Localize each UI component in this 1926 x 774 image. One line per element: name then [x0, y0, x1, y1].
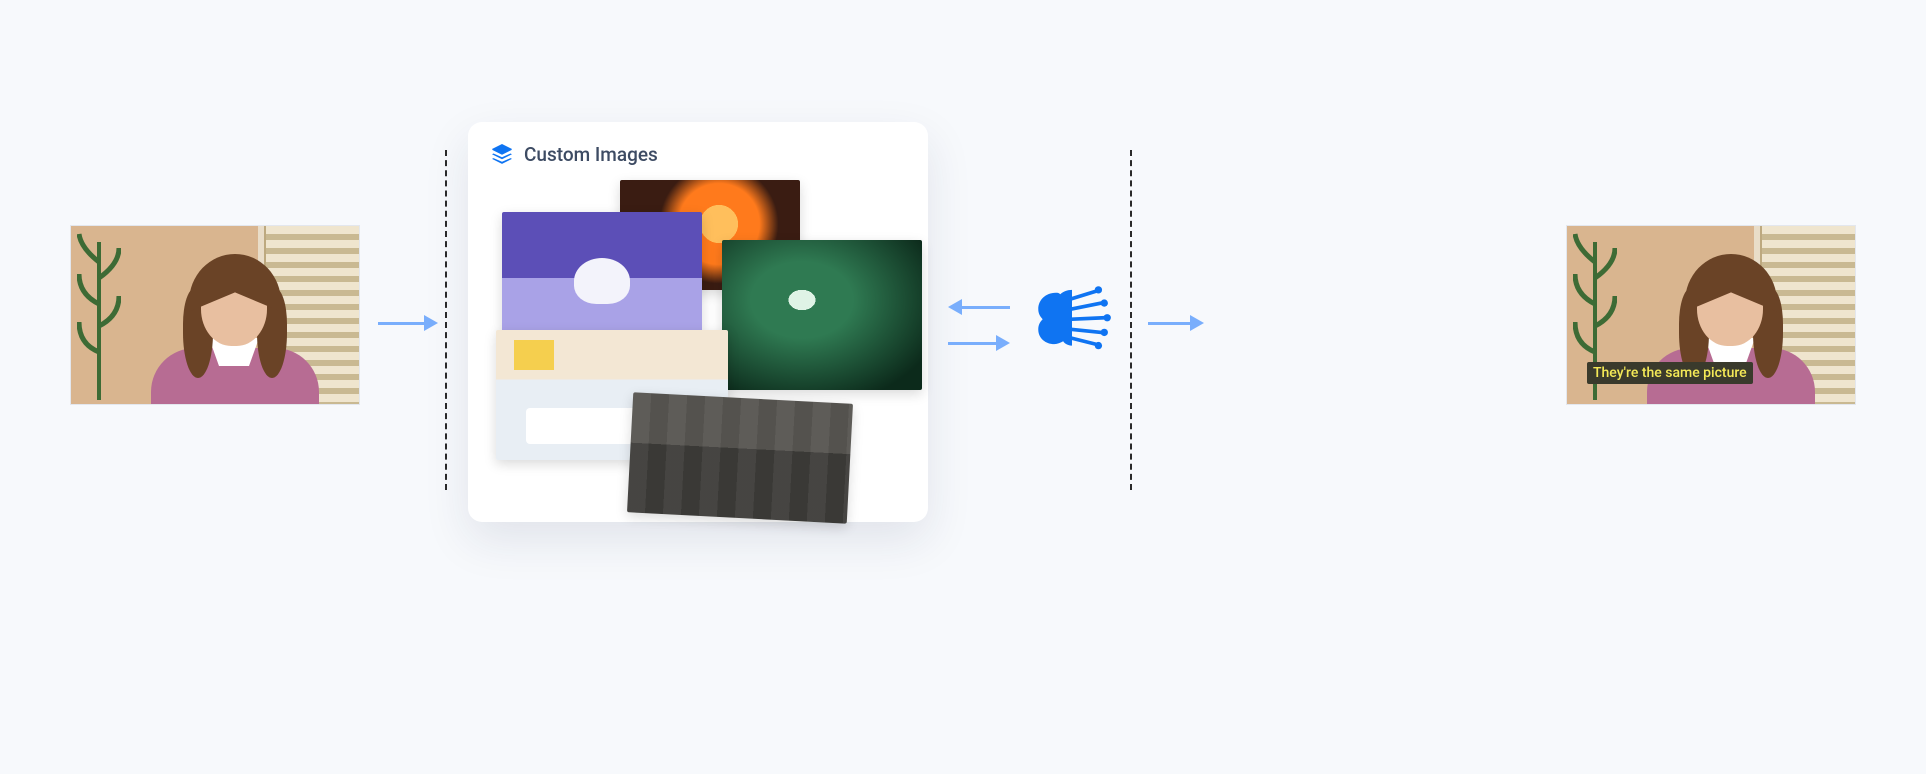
arrow-left-icon	[948, 300, 1010, 314]
input-image	[70, 225, 360, 405]
arrow-right-icon	[1148, 316, 1204, 330]
portrait-scene	[71, 226, 359, 404]
thumb-arctic-fox	[502, 212, 702, 332]
output-image: They're the same picture	[1566, 225, 1856, 405]
layers-icon	[490, 142, 514, 166]
ai-brain-icon	[1028, 282, 1116, 352]
custom-images-card: Custom Images	[468, 122, 928, 522]
thumb-open-office	[627, 392, 853, 523]
arrow-right-icon	[378, 316, 438, 330]
image-collage	[490, 180, 906, 500]
meme-caption: They're the same picture	[1587, 362, 1753, 384]
arrow-right-icon	[948, 336, 1010, 350]
thumb-green-leaves	[722, 240, 922, 390]
plant-icon	[77, 232, 121, 400]
card-header: Custom Images	[490, 142, 906, 166]
flow-divider	[445, 150, 447, 490]
card-title: Custom Images	[524, 143, 658, 166]
flow-divider	[1130, 150, 1132, 490]
portrait-scene: They're the same picture	[1567, 226, 1855, 404]
